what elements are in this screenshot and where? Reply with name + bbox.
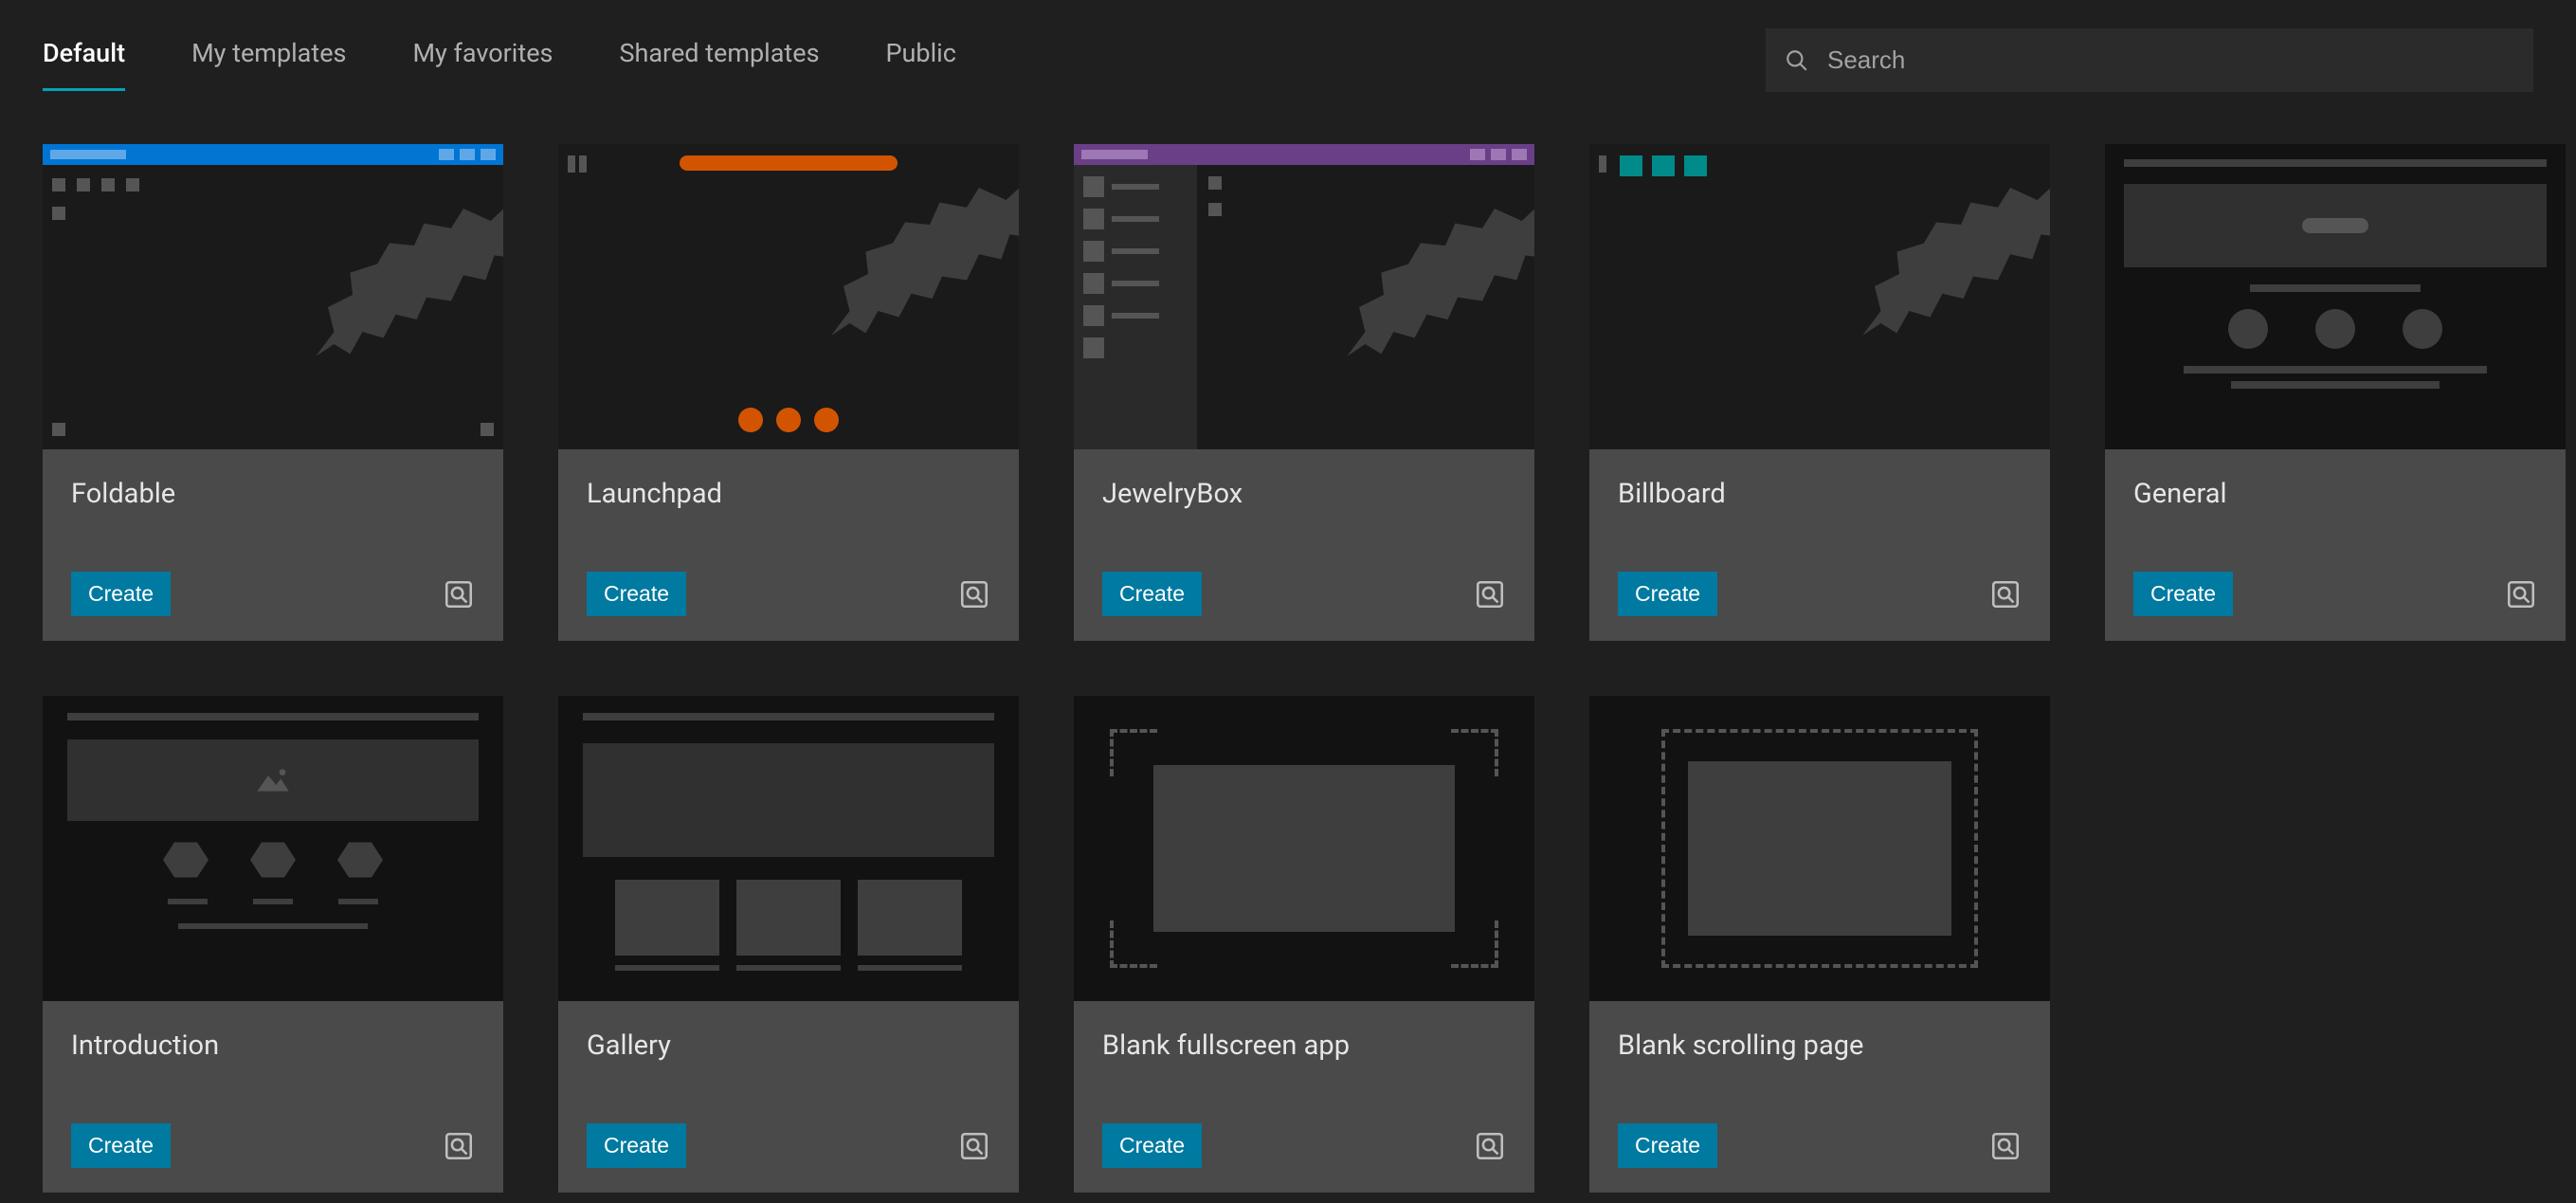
create-button[interactable]: Create [587,1123,686,1168]
template-card-launchpad[interactable]: Launchpad Create [558,144,1019,641]
template-preview [2105,144,2566,449]
template-preview [558,144,1019,449]
search-input[interactable] [1766,28,2533,92]
card-body: JewelryBox Create [1074,449,1534,641]
preview-icon[interactable] [2505,578,2537,611]
create-button[interactable]: Create [587,572,686,616]
template-title: Introduction [71,1030,475,1062]
template-card-blank-scrolling[interactable]: Blank scrolling page Create [1589,696,2050,1193]
tab-public[interactable]: Public [886,38,956,83]
tab-my-templates[interactable]: My templates [191,38,346,83]
preview-icon[interactable] [443,1130,475,1162]
template-title: Foldable [71,478,475,510]
create-button[interactable]: Create [1618,572,1717,616]
template-title: Blank fullscreen app [1102,1030,1506,1062]
card-body: General Create [2105,449,2566,641]
search-icon [1785,48,1809,73]
template-card-foldable[interactable]: Foldable Create [43,144,503,641]
create-button[interactable]: Create [1618,1123,1717,1168]
card-body: Blank fullscreen app Create [1074,1001,1534,1193]
template-card-jewelrybox[interactable]: JewelryBox Create [1074,144,1534,641]
preview-icon[interactable] [958,578,990,611]
template-card-introduction[interactable]: Introduction Create [43,696,503,1193]
template-title: JewelryBox [1102,478,1506,510]
preview-icon[interactable] [1989,1130,2022,1162]
template-preview [1074,144,1534,449]
template-card-general[interactable]: General Create [2105,144,2566,641]
card-body: Introduction Create [43,1001,503,1193]
create-button[interactable]: Create [2133,572,2233,616]
template-title: Gallery [587,1030,990,1062]
template-preview [43,696,503,1001]
card-body: Blank scrolling page Create [1589,1001,2050,1193]
top-bar: Default My templates My favorites Shared… [43,28,2533,92]
template-card-blank-fullscreen[interactable]: Blank fullscreen app Create [1074,696,1534,1193]
preview-icon[interactable] [1989,578,2022,611]
template-title: General [2133,478,2537,510]
create-button[interactable]: Create [1102,572,1202,616]
create-button[interactable]: Create [1102,1123,1202,1168]
search-bar [1766,28,2533,92]
create-button[interactable]: Create [71,572,171,616]
template-preview [1074,696,1534,1001]
tabs: Default My templates My favorites Shared… [43,38,956,83]
template-card-billboard[interactable]: Billboard Create [1589,144,2050,641]
tab-default[interactable]: Default [43,38,125,83]
card-body: Foldable Create [43,449,503,641]
template-preview [43,144,503,449]
tab-my-favorites[interactable]: My favorites [412,38,553,83]
card-body: Launchpad Create [558,449,1019,641]
create-button[interactable]: Create [71,1123,171,1168]
template-preview [1589,696,2050,1001]
template-grid: Foldable Create Launchpad Create [43,144,2533,1193]
tab-shared-templates[interactable]: Shared templates [619,38,819,83]
template-title: Blank scrolling page [1618,1030,2022,1062]
card-body: Gallery Create [558,1001,1019,1193]
card-body: Billboard Create [1589,449,2050,641]
preview-icon[interactable] [1474,1130,1506,1162]
template-card-gallery[interactable]: Gallery Create [558,696,1019,1193]
template-title: Launchpad [587,478,990,510]
template-title: Billboard [1618,478,2022,510]
template-preview [1589,144,2050,449]
preview-icon[interactable] [1474,578,1506,611]
template-preview [558,696,1019,1001]
preview-icon[interactable] [443,578,475,611]
preview-icon[interactable] [958,1130,990,1162]
